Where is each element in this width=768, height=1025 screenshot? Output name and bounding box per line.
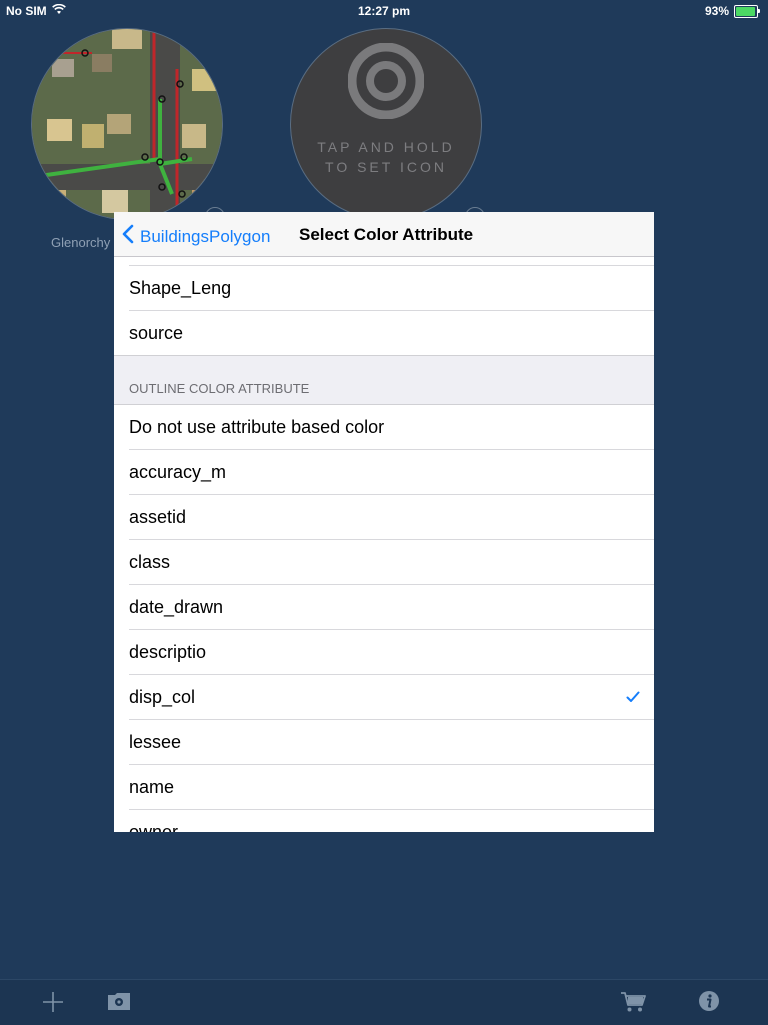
map-thumbnail[interactable] (31, 28, 223, 220)
list-item[interactable]: descriptio (129, 630, 654, 675)
list-item[interactable]: Do not use attribute based color (129, 405, 654, 450)
list-item[interactable]: accuracy_m (129, 450, 654, 495)
battery-icon (734, 4, 760, 18)
placeholder-tile[interactable]: TAP AND HOLD TO SET ICON (290, 28, 482, 220)
battery-percent: 93% (704, 4, 729, 18)
list-item-label: Do not use attribute based color (129, 417, 385, 437)
section-header-label: OUTLINE COLOR ATTRIBUTE (129, 381, 310, 396)
list-item-label: descriptio (129, 642, 207, 662)
back-button[interactable]: BuildingsPolygon (122, 224, 270, 249)
list-item-label: date_drawn (129, 597, 224, 617)
section-header: OUTLINE COLOR ATTRIBUTE (114, 355, 654, 405)
list-item[interactable]: date_drawn (129, 585, 654, 630)
list-item[interactable]: class (129, 540, 654, 585)
list-item-label: disp_col (129, 687, 196, 707)
bottom-toolbar (0, 979, 768, 1025)
chevron-left-icon (122, 224, 134, 249)
list-item[interactable]: Shape_Leng (129, 266, 654, 311)
back-label: BuildingsPolygon (140, 226, 271, 246)
gear-folder-icon[interactable] (107, 991, 131, 1016)
tile-label: Glenorchy (51, 235, 111, 250)
list-item-label: source (129, 323, 184, 343)
list-item[interactable]: assetid (129, 495, 654, 540)
list-item-label: owner (129, 822, 179, 832)
list-item-label: Shape_Leng (129, 278, 232, 298)
placeholder-text: TAP AND HOLD TO SET ICON (291, 137, 481, 177)
battery-fill (736, 6, 755, 16)
list-item-label: accuracy_m (129, 462, 227, 482)
placeholder-line-1: TAP AND HOLD (317, 139, 455, 155)
list-item-label: name (129, 777, 175, 797)
list-item[interactable]: lessee (129, 720, 654, 765)
list-item-label: assetid (129, 507, 187, 527)
target-icon (347, 42, 425, 124)
status-bar: No SIM 12:27 pm 93% (0, 0, 768, 22)
list-item[interactable]: owner (129, 810, 654, 832)
placeholder-line-2: TO SET ICON (325, 159, 447, 175)
list-item-selected[interactable]: disp_col (129, 675, 654, 720)
list-item[interactable]: source (129, 311, 654, 355)
select-color-attribute-popover: BuildingsPolygon Select Color Attribute … (114, 212, 654, 832)
popover-title: Select Color Attribute (299, 225, 474, 244)
row-separator (129, 256, 654, 266)
clock: 12:27 pm (357, 4, 411, 18)
status-right: 93% (704, 4, 760, 18)
popover-nav-bar: BuildingsPolygon Select Color Attribute (114, 212, 654, 257)
add-icon[interactable] (42, 991, 64, 1018)
list-item-label: lessee (129, 732, 182, 752)
checkmark-icon (626, 675, 640, 719)
attribute-list: Shape_Leng source OUTLINE COLOR ATTRIBUT… (114, 256, 654, 832)
outline-attribute-rows: Do not use attribute based color accurac… (114, 405, 654, 832)
info-icon[interactable] (698, 990, 720, 1017)
cart-icon[interactable] (620, 991, 646, 1018)
list-item[interactable]: name (129, 765, 654, 810)
list-item-label: class (129, 552, 171, 572)
